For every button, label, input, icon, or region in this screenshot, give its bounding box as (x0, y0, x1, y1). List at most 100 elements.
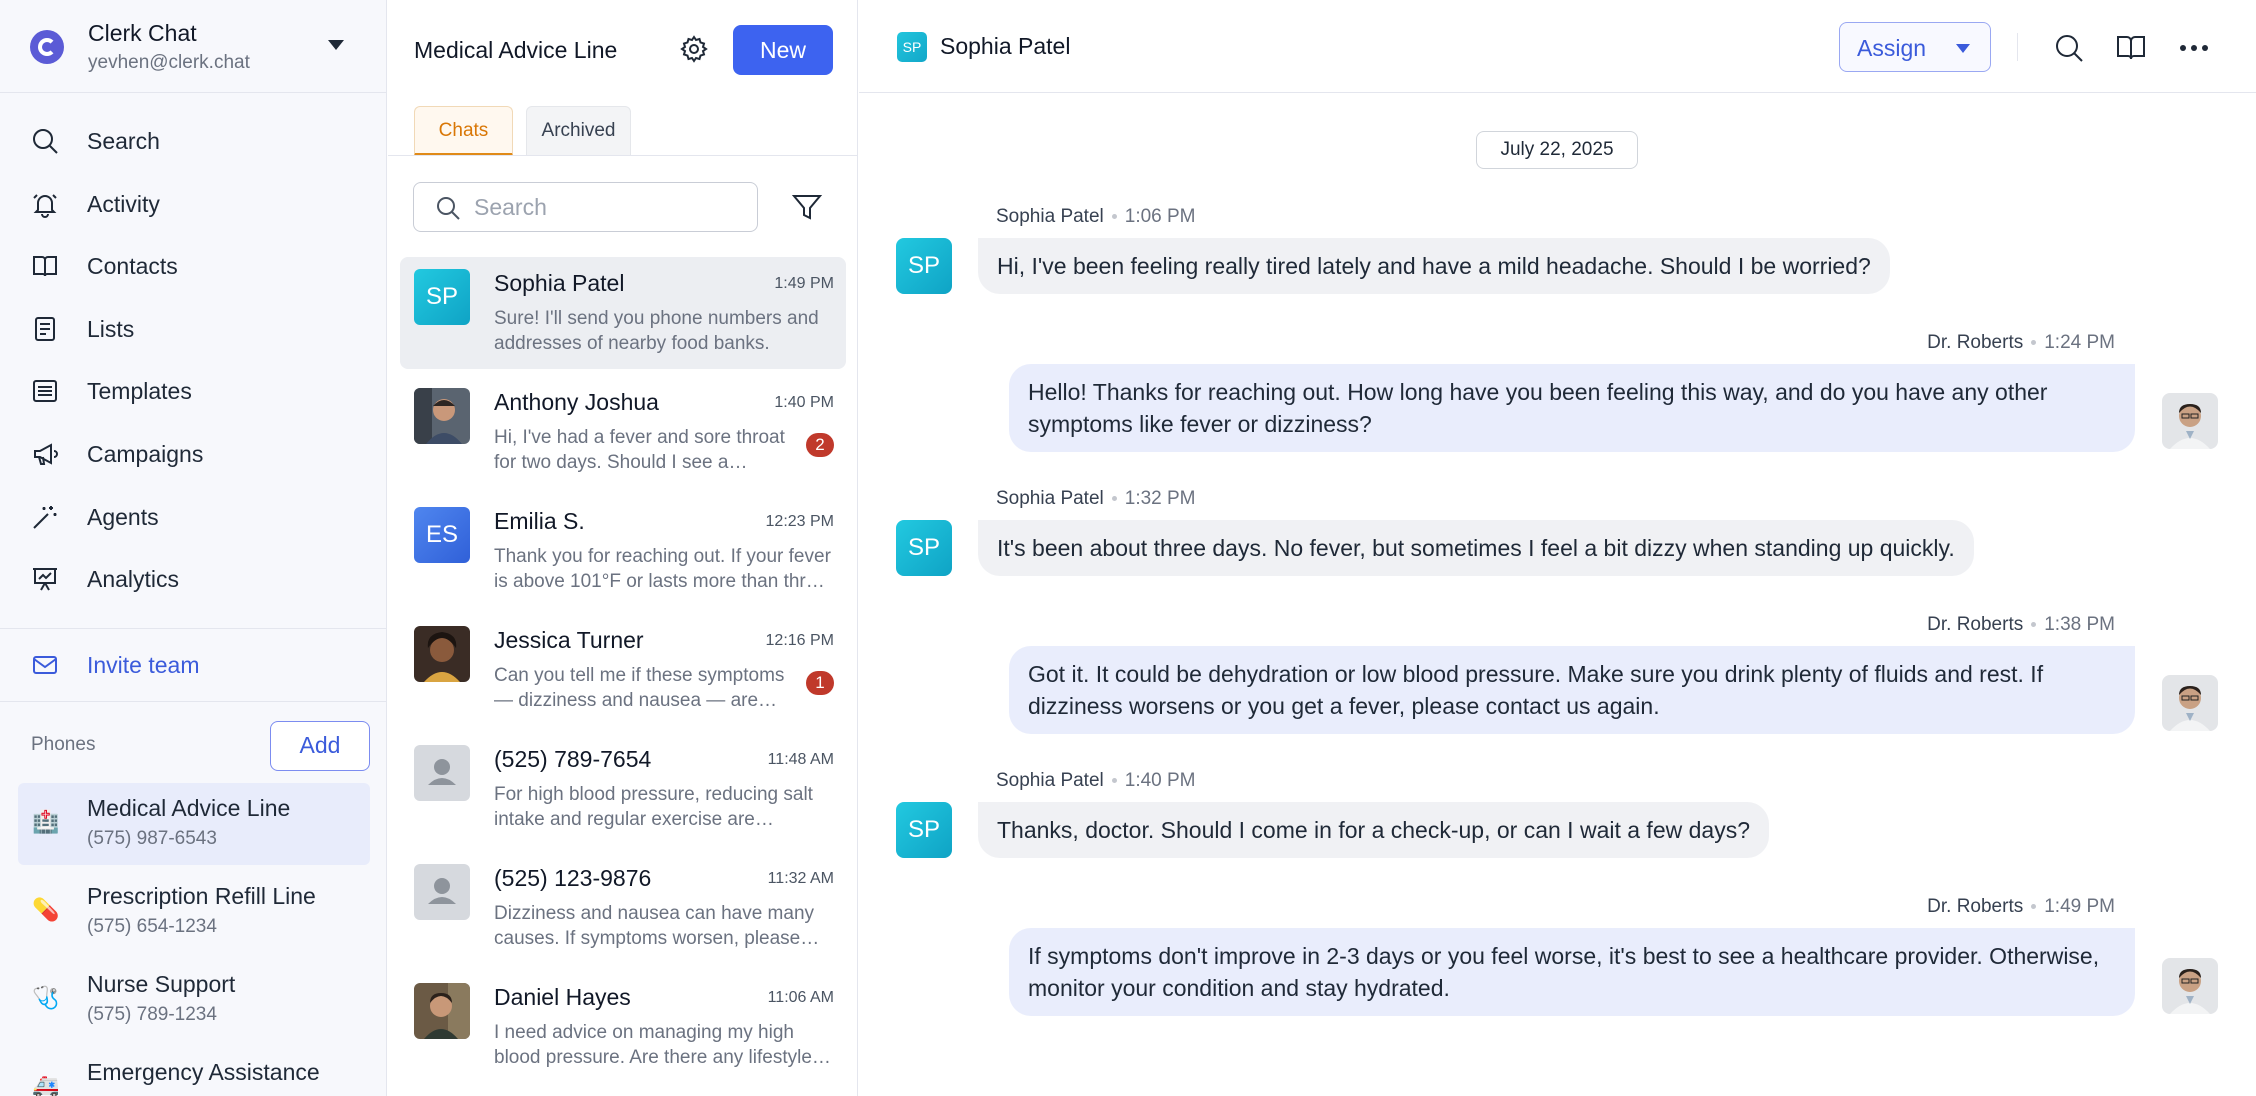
avatar: ES (414, 507, 470, 563)
phone-line-medical-advice[interactable]: 🏥 Medical Advice Line (575) 987-6543 (18, 783, 370, 865)
chat-time: 11:48 AM (767, 751, 834, 768)
chat-preview: Can you tell me if these symptoms — dizz… (494, 665, 785, 711)
account-email: yevhen@clerk.chat (88, 52, 250, 73)
message-time: 1:24 PM (2044, 332, 2115, 353)
nav-label: Analytics (87, 566, 180, 593)
stethoscope-icon: 🩺 (32, 985, 60, 1010)
invite-team-label: Invite team (87, 652, 200, 678)
nav-item-activity[interactable]: Activity (0, 173, 387, 236)
chat-time: 1:49 PM (774, 275, 834, 292)
chat-preview: Dizziness and nausea can have many cause… (494, 903, 815, 949)
chat-contact-name: Jessica Turner (494, 627, 644, 653)
main-nav: Search Activity Contacts Lists Templates… (0, 110, 387, 611)
nav-item-templates[interactable]: Templates (0, 360, 387, 423)
nav-label: Campaigns (87, 440, 204, 467)
chat-list-panel: Medical Advice Line New Chats Archived S… (388, 0, 858, 1096)
nav-item-search[interactable]: Search (0, 110, 387, 173)
chat-preview: I need advice on managing my high blood … (494, 1022, 812, 1068)
message-bubble-incoming: It's been about three days. No fever, bu… (978, 520, 1974, 576)
nav-label: Search (87, 128, 160, 154)
tab-archived[interactable]: Archived (526, 106, 631, 156)
phone-line-nurse-support[interactable]: 🩺 Nurse Support (575) 789-1234 (18, 959, 370, 1041)
message-time: 1:40 PM (1124, 770, 1196, 791)
chat-time: 12:16 PM (765, 632, 834, 649)
invite-team-link[interactable]: Invite team (0, 637, 387, 691)
phone-line-number: (575) 789-1234 (87, 1004, 217, 1025)
message-bubble-outgoing: Hello! Thanks for reaching out. How long… (1009, 364, 2135, 452)
message-sender: Dr. Roberts (1927, 332, 2024, 353)
book-icon[interactable] (2115, 33, 2147, 63)
phone-line-number: (575) 987-6543 (87, 828, 217, 849)
gear-icon[interactable] (679, 34, 709, 64)
chat-contact-name: Emilia S. (494, 508, 585, 534)
account-name: Clerk Chat (88, 20, 197, 46)
new-chat-button[interactable]: New (733, 25, 833, 75)
chat-list-item[interactable]: Anthony Joshua 1:40 PM Hi, I've had a fe… (400, 376, 846, 488)
search-icon (33, 129, 58, 154)
chat-search[interactable] (413, 182, 758, 232)
book-icon (33, 256, 57, 277)
message-bubble-incoming: Thanks, doctor. Should I come in for a c… (978, 802, 1769, 858)
search-input[interactable] (474, 193, 744, 221)
avatar: SP (414, 269, 470, 325)
more-options-icon[interactable] (2178, 33, 2210, 63)
nav-label: Templates (87, 378, 192, 405)
message-time: 1:06 PM (1124, 206, 1196, 227)
phone-line-name: Medical Advice Line (87, 795, 291, 821)
chat-list-item[interactable]: Jessica Turner 12:16 PM Can you tell me … (400, 614, 846, 726)
sidebar: Clerk Chat yevhen@clerk.chat Search Acti… (0, 0, 387, 1096)
chat-time: 11:06 AM (767, 989, 834, 1006)
tab-chats[interactable]: Chats (414, 106, 513, 156)
chat-list-item[interactable]: Daniel Hayes 11:06 AM I need advice on m… (400, 971, 846, 1083)
phone-line-name: Prescription Refill Line (87, 883, 316, 909)
add-phone-button[interactable]: Add (270, 721, 370, 771)
phone-line-title: Medical Advice Line (414, 37, 618, 63)
avatar (414, 983, 470, 1039)
message-bubble-outgoing: Got it. It could be dehydration or low b… (1009, 646, 2135, 734)
caret-down-icon (1956, 44, 1970, 53)
chat-list-item[interactable]: (525) 789-7654 11:48 AM For high blood p… (400, 733, 846, 845)
chat-contact-name: Anthony Joshua (494, 389, 659, 415)
nav-item-campaigns[interactable]: Campaigns (0, 423, 387, 486)
nav-item-lists[interactable]: Lists (0, 298, 387, 361)
chat-list-item[interactable]: SP Sophia Patel 1:49 PM Sure! I'll send … (400, 257, 846, 369)
nav-item-agents[interactable]: Agents (0, 486, 387, 549)
megaphone-icon (34, 443, 58, 465)
nav-item-analytics[interactable]: Analytics (0, 548, 387, 611)
phone-line-prescription-refill[interactable]: 💊 Prescription Refill Line (575) 654-123… (18, 871, 370, 953)
avatar: SP (897, 32, 927, 62)
magic-wand-icon (33, 505, 57, 529)
unread-badge: 1 (806, 671, 834, 695)
chat-time: 11:32 AM (767, 870, 834, 887)
conversation-contact-name[interactable]: Sophia Patel (940, 33, 1070, 60)
presentation-chart-icon (33, 568, 57, 591)
nav-label: Contacts (87, 253, 178, 280)
chat-preview: Sure! I'll send you phone numbers and ad… (494, 308, 819, 354)
filter-icon[interactable] (791, 192, 823, 222)
chat-preview: Thank you for reaching out. If your feve… (494, 546, 831, 592)
caret-down-icon[interactable] (328, 40, 344, 50)
nav-label: Agents (87, 503, 159, 530)
chat-time: 12:23 PM (765, 513, 834, 530)
nav-label: Lists (87, 315, 135, 342)
assign-dropdown[interactable]: Assign (1839, 22, 1991, 72)
conversation-header: SP Sophia Patel Assign (859, 0, 2256, 93)
message-sender: Sophia Patel (996, 488, 1104, 509)
search-icon (437, 197, 460, 220)
header-divider (2017, 33, 2018, 61)
chat-list-item[interactable]: ES Emilia S. 12:23 PM Thank you for reac… (400, 495, 846, 607)
account-switcher[interactable]: Clerk Chat yevhen@clerk.chat (0, 0, 387, 93)
nav-item-contacts[interactable]: Contacts (0, 235, 387, 298)
message-sender: Dr. Roberts (1927, 614, 2024, 635)
phone-line-name: Nurse Support (87, 971, 236, 997)
chat-list-item[interactable]: (525) 123-9876 11:32 AM Dizziness and na… (400, 852, 846, 964)
message-time: 1:38 PM (2044, 614, 2115, 635)
avatar (414, 388, 470, 444)
avatar (2162, 675, 2218, 731)
mail-icon (33, 656, 57, 674)
assign-label: Assign (1857, 35, 1927, 61)
bell-icon (33, 193, 57, 218)
phone-line-emergency-assistance[interactable]: 🚑 Emergency Assistance (18, 1047, 370, 1096)
chat-time: 1:40 PM (774, 394, 834, 411)
search-icon[interactable] (2054, 33, 2084, 63)
